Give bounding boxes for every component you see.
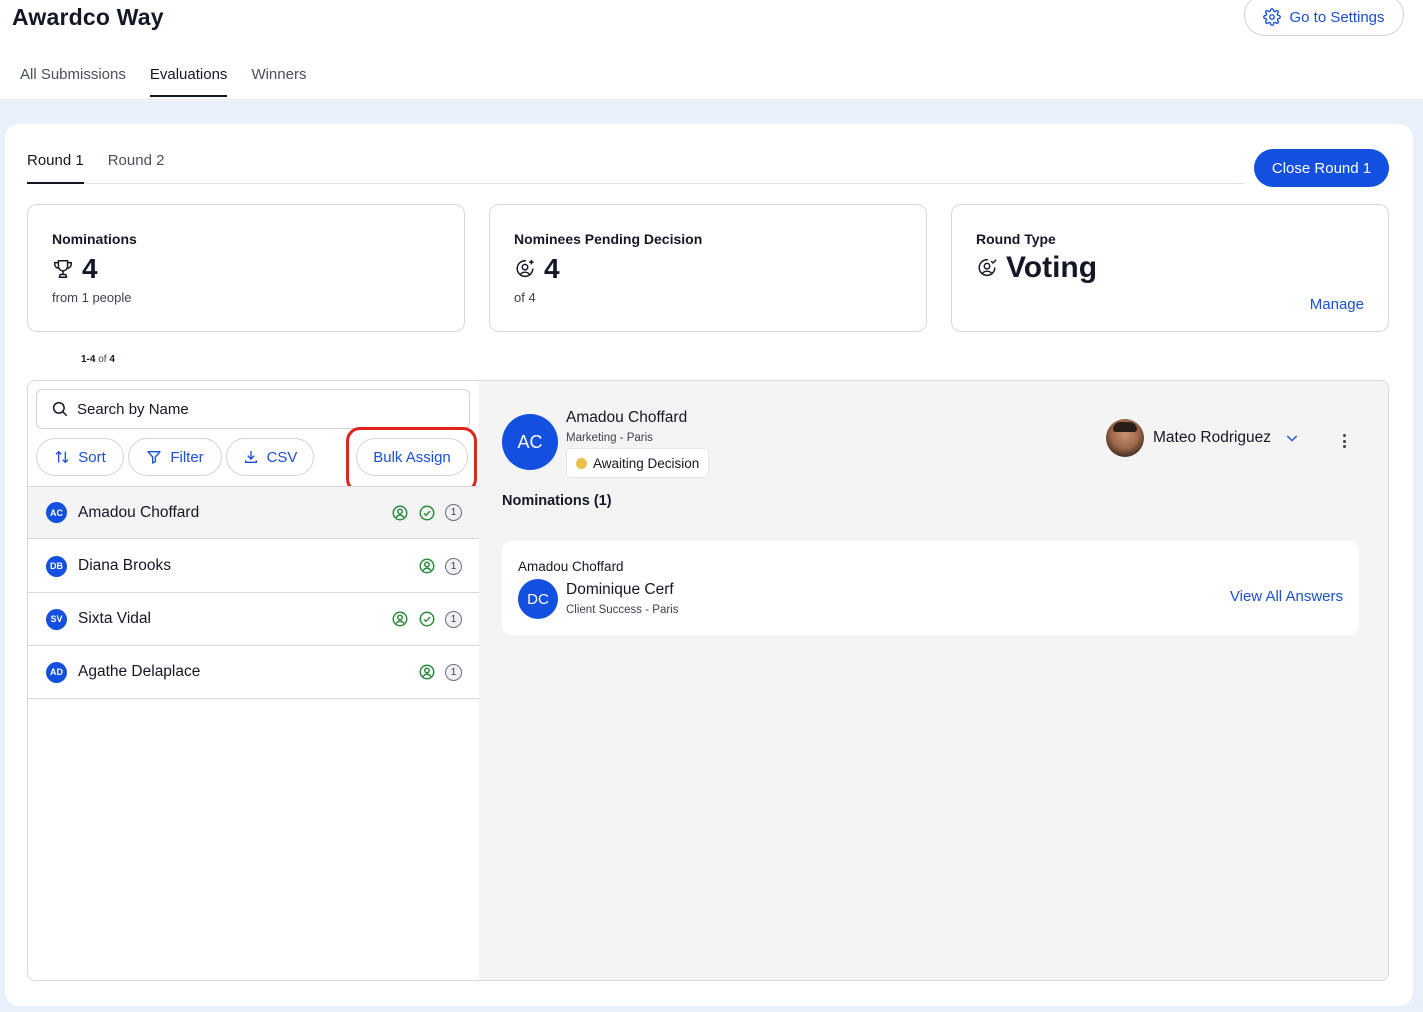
detail-nominee-name: Amadou Choffard <box>566 409 688 426</box>
assigned-user-icon <box>419 558 435 574</box>
filter-icon <box>147 451 161 464</box>
tab-round-2[interactable]: Round 2 <box>108 152 165 184</box>
tab-winners[interactable]: Winners <box>251 66 306 97</box>
close-round-button[interactable]: Close Round 1 <box>1254 149 1389 187</box>
pagination-info: 1-4 of 4 <box>81 354 115 365</box>
round-type-card: Round Type Voting Manage <box>951 204 1389 332</box>
nomination-count-badge: 1 <box>445 504 462 521</box>
pending-decision-sub: of 4 <box>514 290 536 305</box>
status-badge: Awaiting Decision <box>566 448 710 478</box>
status-dot-icon <box>576 457 587 469</box>
gear-icon <box>1263 8 1282 26</box>
user-add-icon <box>516 259 534 278</box>
nominations-label: Nominations <box>52 231 137 247</box>
assigned-user-icon <box>392 611 408 627</box>
manage-link[interactable]: Manage <box>1310 296 1364 313</box>
nominee-detail-panel: AC Amadou Choffard Marketing - Paris Awa… <box>479 381 1388 980</box>
assignee-dropdown[interactable]: Mateo Rodriguez <box>1106 419 1300 457</box>
list-item[interactable]: SV Sixta Vidal 1 <box>28 593 479 646</box>
filter-label: Filter <box>170 448 204 466</box>
highlight-annotation <box>346 427 477 493</box>
round-tabs: Round 1 Round 2 <box>27 152 1245 184</box>
sort-icon <box>55 450 69 464</box>
avatar: AD <box>46 661 67 683</box>
pagination-range: 1-4 <box>81 354 96 365</box>
trophy-icon <box>54 260 72 278</box>
nomination-nominee-name: Amadou Choffard <box>518 559 624 574</box>
assignee-name: Mateo Rodriguez <box>1153 429 1272 446</box>
detail-nominee-department: Marketing - Paris <box>566 432 653 444</box>
check-circle-icon <box>419 505 435 520</box>
check-circle-icon <box>419 611 435 627</box>
avatar: AC <box>46 502 67 523</box>
tab-round-1[interactable]: Round 1 <box>27 152 84 184</box>
csv-label: CSV <box>266 448 298 466</box>
status-label: Awaiting Decision <box>593 455 700 471</box>
nominator-department: Client Success - Paris <box>566 604 679 616</box>
nominee-name: Amadou Choffard <box>78 503 200 521</box>
assigned-user-icon <box>392 505 408 520</box>
pagination-total: 4 <box>109 354 115 365</box>
nominee-list-container: Sort Filter CSV Bulk Assign AC Amadou Ch… <box>27 380 1389 981</box>
go-to-settings-button[interactable]: Go to Settings <box>1244 0 1404 36</box>
more-options-icon[interactable] <box>1336 431 1352 451</box>
top-bar: Awardco Way Go to Settings All Submissio… <box>0 0 1423 100</box>
pending-decision-card: Nominees Pending Decision 4 of 4 <box>489 204 927 332</box>
list-item[interactable]: DB Diana Brooks 1 <box>28 540 479 593</box>
avatar: DB <box>46 555 67 577</box>
assigned-user-icon <box>419 664 435 680</box>
nominee-name: Sixta Vidal <box>78 610 151 627</box>
nomination-count-badge: 1 <box>445 557 462 575</box>
nominations-heading: Nominations (1) <box>502 493 612 509</box>
nomination-count-badge: 1 <box>445 663 462 681</box>
nominator-name: Dominique Cerf <box>566 581 674 598</box>
main-tabs: All Submissions Evaluations Winners <box>20 66 306 97</box>
pending-decision-label: Nominees Pending Decision <box>514 231 703 247</box>
view-all-answers-link[interactable]: View All Answers <box>1230 588 1343 605</box>
pending-decision-value: 4 <box>544 253 560 284</box>
nomination-count-badge: 1 <box>445 610 462 628</box>
list-item[interactable]: AD Agathe Delaplace 1 <box>28 646 479 699</box>
search-icon <box>52 401 68 417</box>
sort-label: Sort <box>78 448 106 466</box>
nominations-sub: from 1 people <box>52 290 132 305</box>
tab-all-submissions[interactable]: All Submissions <box>20 66 126 97</box>
filter-button[interactable]: Filter <box>128 438 222 476</box>
round-type-value: Voting <box>1006 251 1098 284</box>
list-item[interactable]: AC Amadou Choffard 1 <box>28 486 479 539</box>
chevron-down-icon <box>1286 435 1298 442</box>
nominations-value: 4 <box>82 253 98 284</box>
sort-button[interactable]: Sort <box>36 438 124 476</box>
go-to-settings-label: Go to Settings <box>1289 8 1385 26</box>
nomination-card: Amadou Choffard DC Dominique Cerf Client… <box>502 541 1359 635</box>
nominations-card: Nominations 4 from 1 people <box>27 204 465 332</box>
nominator-avatar: DC <box>518 579 558 619</box>
app-title: Awardco Way <box>12 4 164 30</box>
avatar: SV <box>46 608 67 630</box>
nominee-name: Diana Brooks <box>78 557 172 574</box>
round-type-label: Round Type <box>976 231 1056 247</box>
nominee-avatar: AC <box>502 414 558 470</box>
tab-evaluations[interactable]: Evaluations <box>149 66 228 97</box>
pagination-of: of <box>98 354 107 365</box>
user-check-icon <box>978 259 997 277</box>
search-input[interactable] <box>77 400 437 418</box>
search-box[interactable] <box>36 389 470 429</box>
nominee-name: Agathe Delaplace <box>78 663 201 680</box>
assignee-avatar <box>1106 419 1144 457</box>
csv-button[interactable]: CSV <box>226 438 314 476</box>
nominee-list-panel: Sort Filter CSV Bulk Assign AC Amadou Ch… <box>28 381 479 980</box>
download-icon <box>244 451 257 463</box>
